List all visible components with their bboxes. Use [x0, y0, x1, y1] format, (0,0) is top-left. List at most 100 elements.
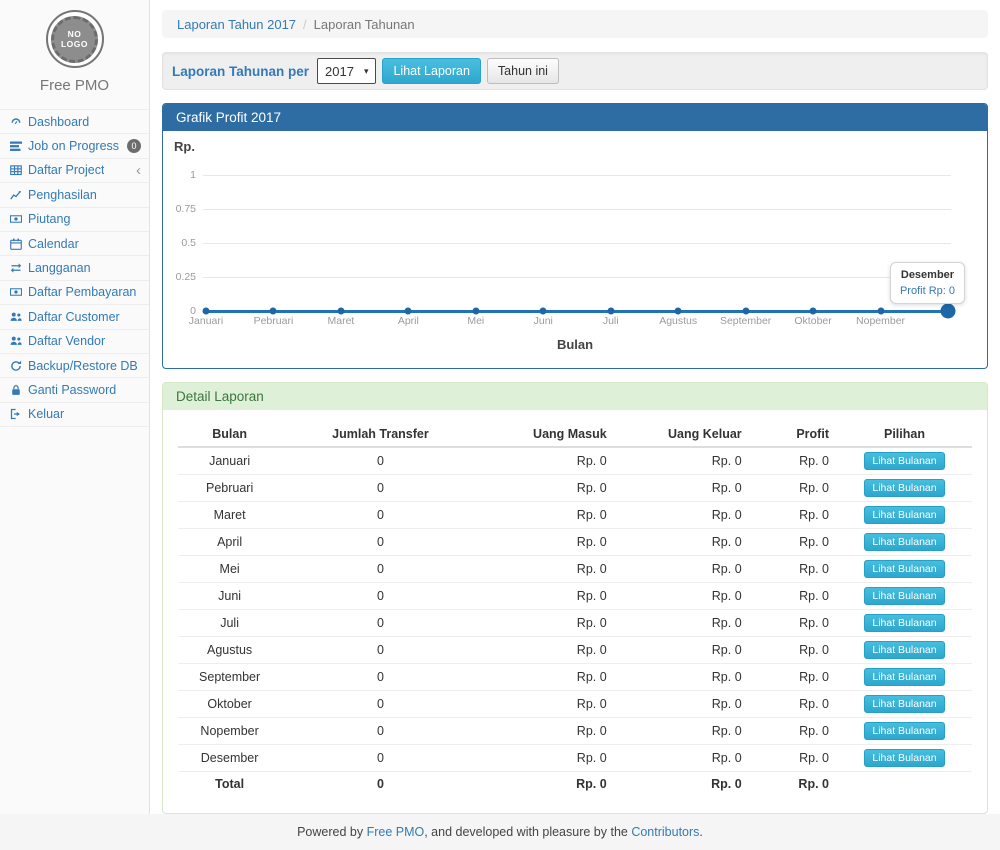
detail-laporan-body: BulanJumlah TransferUang MasukUang Kelua…: [163, 410, 987, 813]
chart-point-maret[interactable]: [337, 308, 344, 315]
year-select[interactable]: 2017 ▾: [317, 58, 376, 84]
cell-jumlah_transfer: 0: [281, 447, 480, 475]
sidebar-item-label: Langganan: [28, 261, 91, 275]
chart-point-januari[interactable]: [203, 308, 210, 315]
cell-pilihan: Lihat Bulanan: [837, 664, 972, 691]
cell-pilihan: Lihat Bulanan: [837, 556, 972, 583]
cell-bulan: April: [178, 529, 281, 556]
sidebar-item-daftar-customer[interactable]: Daftar Customer: [0, 305, 149, 329]
calendar-icon: [8, 238, 23, 250]
profit-chart: Rp. Bulan Desember Profit Rp: 0 00.250.5…: [163, 131, 987, 368]
x-tick-label-januari: Januari: [169, 315, 243, 327]
total-cell-bulan: Total: [178, 772, 281, 796]
cell-pilihan: Lihat Bulanan: [837, 447, 972, 475]
x-tick-label-juli: Juli: [574, 315, 648, 327]
sidebar-item-piutang[interactable]: Piutang: [0, 208, 149, 232]
cell-jumlah_transfer: 0: [281, 502, 480, 529]
lihat-bulanan-button-agustus[interactable]: Lihat Bulanan: [864, 641, 944, 659]
cell-uang_masuk: Rp. 0: [480, 529, 615, 556]
cell-profit: Rp. 0: [750, 529, 837, 556]
sidebar-item-label: Backup/Restore DB: [28, 359, 138, 373]
chart-point-juni[interactable]: [540, 308, 547, 315]
cell-uang_masuk: Rp. 0: [480, 637, 615, 664]
chart-point-desember[interactable]: [941, 304, 956, 319]
sidebar-item-label: Calendar: [28, 237, 79, 251]
cell-pilihan: Lihat Bulanan: [837, 610, 972, 637]
cell-uang_masuk: Rp. 0: [480, 447, 615, 475]
sidebar-item-calendar[interactable]: Calendar: [0, 232, 149, 256]
lihat-bulanan-button-april[interactable]: Lihat Bulanan: [864, 533, 944, 551]
sidebar-item-job-on-progress[interactable]: Job on Progress 0: [0, 134, 149, 158]
chart-point-september[interactable]: [742, 308, 749, 315]
sidebar-item-penghasilan[interactable]: Penghasilan: [0, 183, 149, 207]
cell-profit: Rp. 0: [750, 556, 837, 583]
sidebar-item-label: Daftar Pembayaran: [28, 285, 136, 299]
year-select-value: 2017: [325, 64, 354, 79]
users-icon: [8, 311, 23, 323]
count-badge: 0: [127, 139, 141, 153]
lihat-laporan-button[interactable]: Lihat Laporan: [382, 58, 480, 84]
sidebar-item-daftar-project[interactable]: Daftar Project‹: [0, 159, 149, 183]
table-row-mei: Mei0Rp. 0Rp. 0Rp. 0Lihat Bulanan: [178, 556, 972, 583]
cell-uang_keluar: Rp. 0: [615, 556, 750, 583]
table-body: Januari0Rp. 0Rp. 0Rp. 0Lihat BulananPebr…: [178, 447, 972, 796]
cell-profit: Rp. 0: [750, 447, 837, 475]
lihat-bulanan-button-pebruari[interactable]: Lihat Bulanan: [864, 479, 944, 497]
lihat-bulanan-button-juni[interactable]: Lihat Bulanan: [864, 587, 944, 605]
sidebar-item-label: Dashboard: [28, 115, 89, 129]
cell-uang_masuk: Rp. 0: [480, 583, 615, 610]
lihat-bulanan-button-mei[interactable]: Lihat Bulanan: [864, 560, 944, 578]
lihat-bulanan-button-maret[interactable]: Lihat Bulanan: [864, 506, 944, 524]
sidebar-item-langganan[interactable]: Langganan: [0, 256, 149, 280]
chart-tooltip: Desember Profit Rp: 0: [890, 262, 965, 304]
table-row-maret: Maret0Rp. 0Rp. 0Rp. 0Lihat Bulanan: [178, 502, 972, 529]
lihat-bulanan-button-nopember[interactable]: Lihat Bulanan: [864, 722, 944, 740]
column-header-bulan: Bulan: [178, 422, 281, 447]
cell-jumlah_transfer: 0: [281, 745, 480, 772]
chart-tooltip-value: Profit Rp: 0: [900, 285, 955, 297]
sidebar-item-backup-restore-db[interactable]: Backup/Restore DB: [0, 354, 149, 378]
tahun-ini-button[interactable]: Tahun ini: [487, 58, 559, 84]
cell-uang_keluar: Rp. 0: [615, 745, 750, 772]
cell-uang_masuk: Rp. 0: [480, 691, 615, 718]
caret-down-icon: ▾: [364, 66, 369, 77]
breadcrumb-item-laporan-tahun-2017[interactable]: Laporan Tahun 2017: [177, 17, 296, 32]
cell-bulan: Mei: [178, 556, 281, 583]
sidebar-item-label: Job on Progress: [28, 139, 119, 153]
sidebar-item-ganti-password[interactable]: Ganti Password: [0, 378, 149, 402]
chart-point-mei[interactable]: [472, 308, 479, 315]
profit-series-line: [206, 310, 948, 313]
lihat-bulanan-button-september[interactable]: Lihat Bulanan: [864, 668, 944, 686]
chart-point-agustus[interactable]: [675, 308, 682, 315]
dashboard-icon: [8, 116, 23, 128]
money-icon: [8, 213, 23, 225]
lihat-bulanan-button-juli[interactable]: Lihat Bulanan: [864, 614, 944, 632]
sidebar-item-keluar[interactable]: Keluar: [0, 403, 149, 427]
chart-point-oktober[interactable]: [810, 308, 817, 315]
cell-profit: Rp. 0: [750, 691, 837, 718]
cell-pilihan: Lihat Bulanan: [837, 529, 972, 556]
sidebar-item-label: Daftar Customer: [28, 310, 120, 324]
lihat-bulanan-button-desember[interactable]: Lihat Bulanan: [864, 749, 944, 767]
sidebar-item-daftar-vendor[interactable]: Daftar Vendor: [0, 330, 149, 354]
lihat-bulanan-button-oktober[interactable]: Lihat Bulanan: [864, 695, 944, 713]
y-tick-label-0.25: 0.25: [163, 271, 196, 283]
chart-point-pebruari[interactable]: [270, 308, 277, 315]
chart-point-juli[interactable]: [607, 308, 614, 315]
detail-laporan-title: Detail Laporan: [163, 383, 987, 410]
cell-uang_masuk: Rp. 0: [480, 664, 615, 691]
cell-uang_keluar: Rp. 0: [615, 475, 750, 502]
sidebar-item-daftar-pembayaran[interactable]: Daftar Pembayaran: [0, 281, 149, 305]
contributors-link[interactable]: Contributors: [631, 825, 699, 839]
chart-point-april[interactable]: [405, 308, 412, 315]
cell-pilihan: Lihat Bulanan: [837, 475, 972, 502]
cell-uang_keluar: Rp. 0: [615, 583, 750, 610]
sidebar-item-dashboard[interactable]: Dashboard: [0, 110, 149, 134]
cell-uang_keluar: Rp. 0: [615, 691, 750, 718]
sidebar-item-label: Penghasilan: [28, 188, 97, 202]
chart-point-nopember[interactable]: [877, 308, 884, 315]
cell-bulan: September: [178, 664, 281, 691]
table-row-april: April0Rp. 0Rp. 0Rp. 0Lihat Bulanan: [178, 529, 972, 556]
free-pmo-link[interactable]: Free PMO: [367, 825, 425, 839]
lihat-bulanan-button-januari[interactable]: Lihat Bulanan: [864, 452, 944, 470]
